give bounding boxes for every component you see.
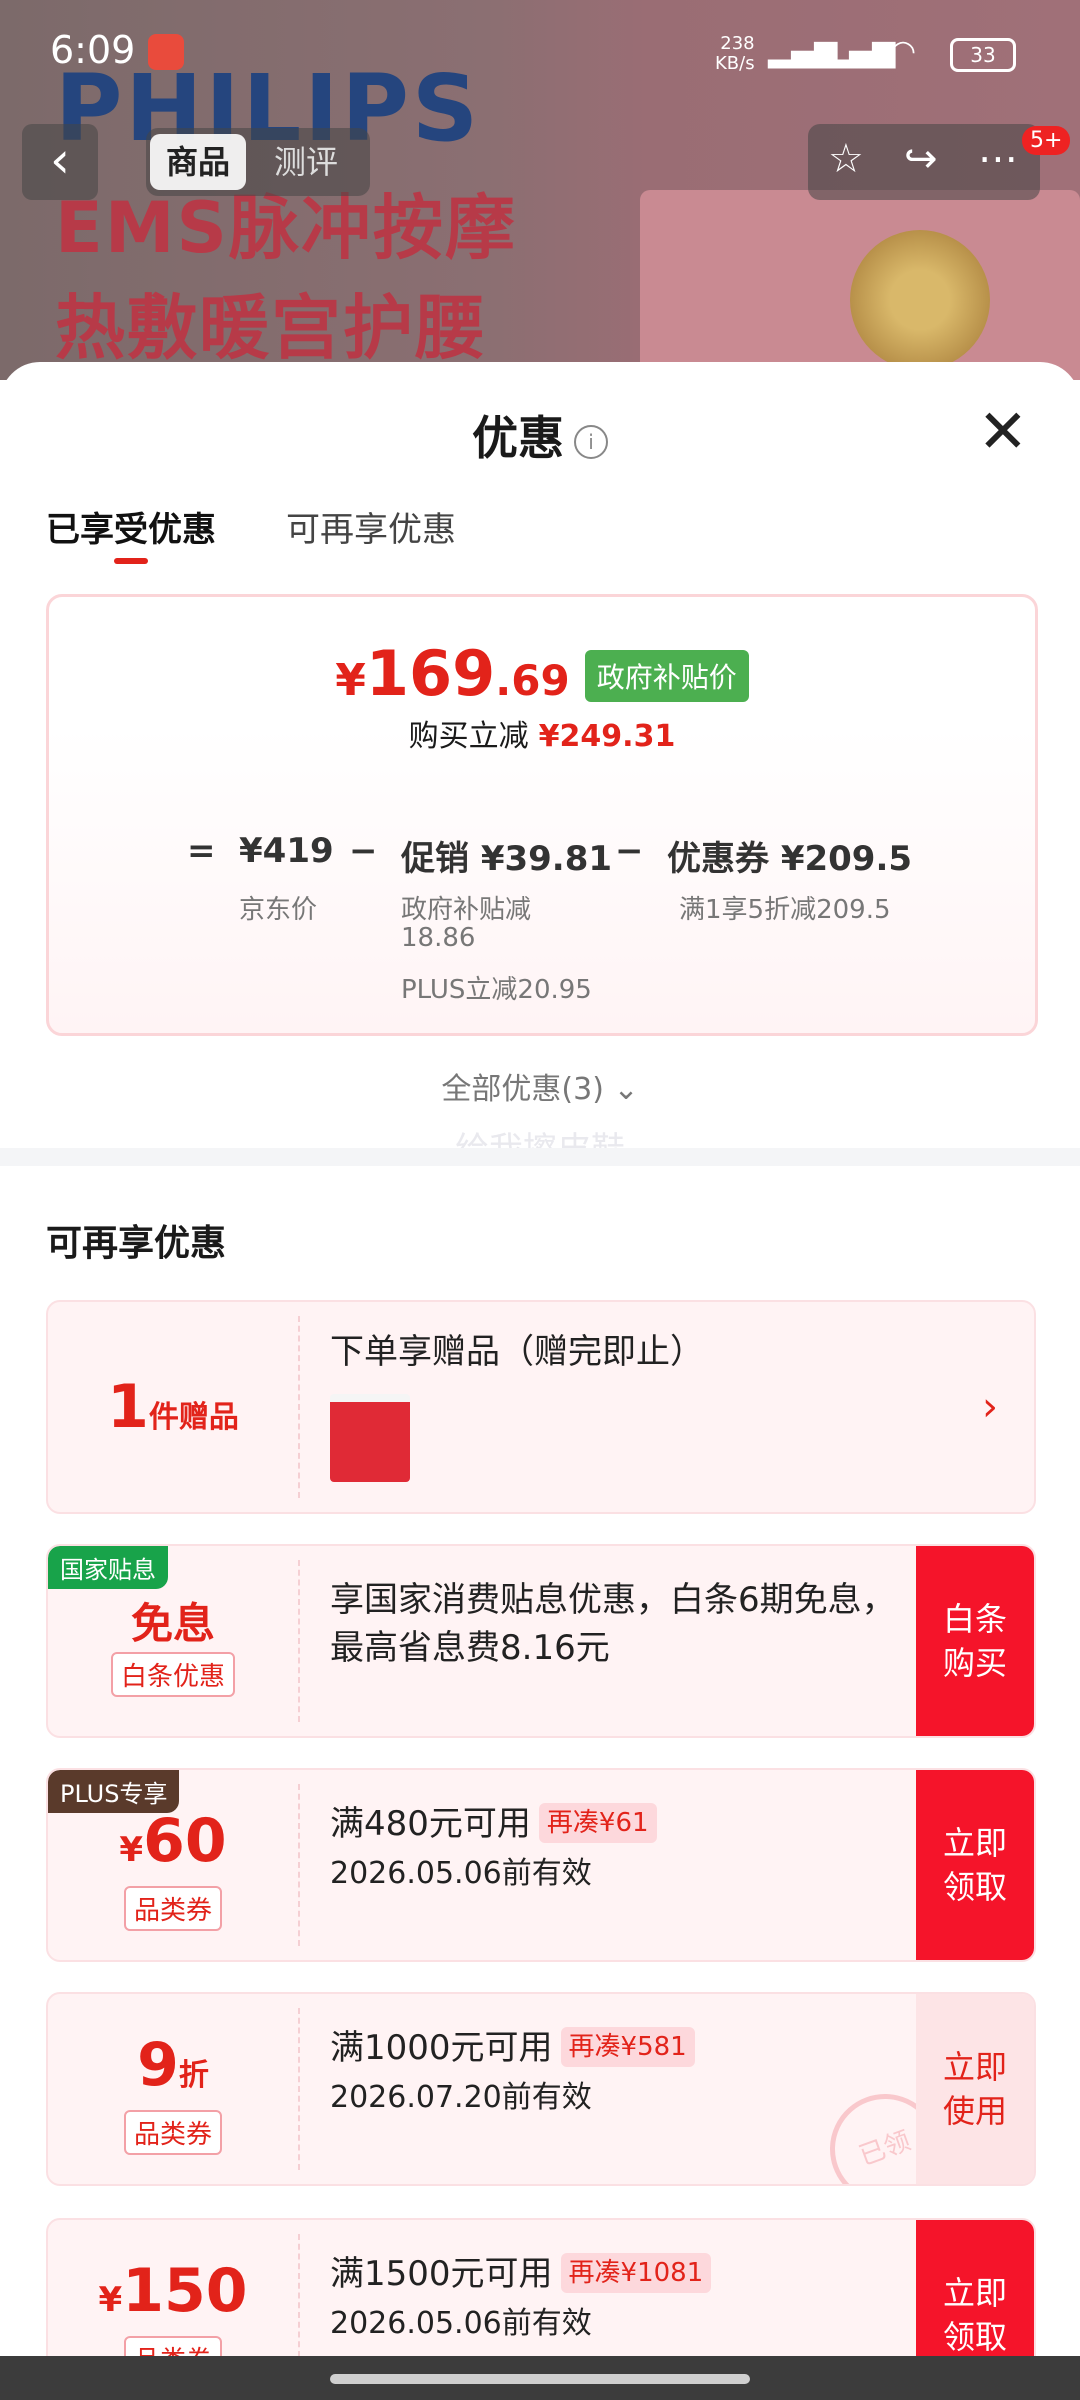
app-notification-icon — [148, 34, 184, 70]
gift-text: 下单享赠品（赠完即止） — [330, 1332, 704, 1372]
share-icon[interactable]: ↪ — [904, 136, 938, 182]
final-price: ¥169.69 — [335, 637, 570, 710]
coupon-value: 60 — [143, 1806, 227, 1876]
coupon-amount: 优惠券 ¥209.5 — [667, 839, 913, 879]
gift-bow-image — [850, 230, 990, 370]
back-button[interactable]: ‹ — [22, 124, 98, 200]
coupon-expiry: 2026.05.06前有效 — [330, 2306, 592, 2341]
wifi-icon: ◠ — [890, 34, 917, 69]
section-divider — [0, 1148, 1080, 1166]
use-coupon-button[interactable]: 立即 使用 — [916, 1994, 1034, 2184]
favorite-star-icon[interactable]: ☆ — [828, 136, 864, 182]
signal-icon-2: ▂▄▆ — [826, 34, 896, 69]
status-bar: 6:09 238 KB/s ▂▄▆ ▂▄▆ ◠ 33 — [0, 0, 1080, 100]
minus-sign-2: − — [615, 831, 644, 871]
category-coupon-tag: 品类券 — [123, 1886, 222, 1931]
baitiao-tag: 白条优惠 — [110, 1652, 235, 1697]
all-offers-toggle[interactable]: 全部优惠(3) ⌄ — [0, 1064, 1080, 1108]
price-summary-card: ¥169.69 政府补贴价 购买立减 ¥249.31 = ¥419 京东价 − 促… — [46, 594, 1038, 1036]
more-icon[interactable]: ⋯ — [978, 136, 1018, 182]
network-speed: 238 KB/s — [715, 33, 755, 74]
equals-sign: = — [187, 831, 216, 871]
discount-value: 9 — [137, 2030, 179, 2100]
offer-card-coupon-60: PLUS专享 ¥60 品类券 满480元可用 再凑¥61 2026.05.06前有… — [46, 1768, 1036, 1962]
top-up-chip: 再凑¥1081 — [560, 2253, 712, 2293]
coupon-condition: 满1500元可用 再凑¥1081 2026.05.06前有效 — [330, 2250, 914, 2348]
tab-more-offers[interactable]: 可再享优惠 — [286, 502, 456, 551]
tab-underline — [114, 558, 148, 564]
tab-product[interactable]: 商品 — [150, 134, 247, 190]
claim-coupon-button[interactable]: 立即 领取 — [916, 1770, 1034, 1960]
top-up-chip: 再凑¥581 — [560, 2027, 695, 2067]
chevron-right-icon[interactable]: › — [982, 1384, 998, 1430]
close-icon[interactable]: ✕ — [978, 402, 1028, 462]
coupon-condition: 满480元可用 再凑¥61 2026.05.06前有效 — [330, 1800, 914, 1898]
promo-detail-3: PLUS立减20.95 — [401, 975, 592, 1005]
promo-detail-2: 18.86 — [401, 923, 476, 953]
final-price-row: ¥169.69 政府补贴价 — [49, 637, 1035, 710]
interest-free-text: 享国家消费贴息优惠，白条6期免息，最高省息费8.16元 — [330, 1580, 896, 1668]
tab-enjoyed-offers[interactable]: 已享受优惠 — [46, 502, 216, 551]
section-title: 可再享优惠 — [46, 1223, 227, 1264]
chevron-down-icon: ⌄ — [613, 1072, 639, 1107]
info-icon[interactable]: i — [574, 424, 608, 459]
minus-sign: − — [349, 831, 378, 871]
category-coupon-tag: 品类券 — [123, 2110, 222, 2155]
offer-card-discount-9: 9折 品类券 满1000元可用 再凑¥581 2026.07.20前有效 已领 立… — [46, 1992, 1036, 2186]
gov-subsidy-badge: 政府补贴价 — [584, 650, 749, 702]
coupon-expiry: 2026.07.20前有效 — [330, 2080, 592, 2115]
top-actions: ☆ ↪ ⋯ — [808, 124, 1040, 200]
gift-unit: 件赠品 — [148, 1400, 239, 1435]
promo-detail-1: 政府补贴减 — [401, 895, 532, 925]
slogan-line-2: 热敷暖宫护腰 — [55, 287, 487, 369]
coupon-value: 150 — [122, 2256, 248, 2326]
top-up-chip: 再凑¥61 — [538, 1803, 657, 1843]
coupon-detail: 满1享5折减209.5 — [679, 895, 891, 925]
gift-count: 1 — [107, 1372, 149, 1442]
tab-review[interactable]: 测评 — [258, 134, 354, 190]
coupon-expiry: 2026.05.06前有效 — [330, 1856, 592, 1891]
top-tabs: 商品 测评 — [146, 128, 370, 196]
battery-icon: 33 — [950, 38, 1016, 72]
baitiao-buy-button[interactable]: 白条 购买 — [916, 1546, 1034, 1736]
coupon-condition: 满1000元可用 再凑¥581 2026.07.20前有效 — [330, 2024, 914, 2122]
jd-price-label: 京东价 — [239, 895, 318, 925]
offer-left: 1件赠品 — [48, 1302, 298, 1512]
home-indicator[interactable] — [330, 2374, 750, 2384]
discount-sheet: 优惠 i ✕ 已享受优惠 可再享优惠 ¥169.69 政府补贴价 购买立减 ¥249… — [0, 362, 1080, 2400]
offer-card-interest-free: 免息 白条优惠 国家贴息 享国家消费贴息优惠，白条6期免息，最高省息费8.16元… — [46, 1544, 1036, 1738]
gift-thumbnail — [330, 1394, 410, 1482]
offer-left: 9折 品类券 — [48, 1994, 298, 2184]
sheet-title: 优惠 i — [0, 402, 1080, 468]
total-savings: 购买立减 ¥249.31 — [408, 719, 676, 754]
offer-card-gift[interactable]: 1件赠品 下单享赠品（赠完即止） › — [46, 1300, 1036, 1514]
interest-free-label: 免息 — [130, 1599, 215, 1648]
status-time: 6:09 — [50, 28, 136, 72]
offer-left: ¥60 品类券 — [48, 1770, 298, 1960]
price-breakdown: = ¥419 京东价 − 促销 ¥39.81 政府补贴减 18.86 PLUS立… — [49, 823, 1035, 1033]
jd-price: ¥419 — [239, 831, 334, 871]
promo-amount: 促销 ¥39.81 — [401, 839, 613, 879]
national-subsidy-badge: 国家贴息 — [48, 1546, 168, 1589]
message-count-badge: 5+ — [1022, 126, 1071, 155]
